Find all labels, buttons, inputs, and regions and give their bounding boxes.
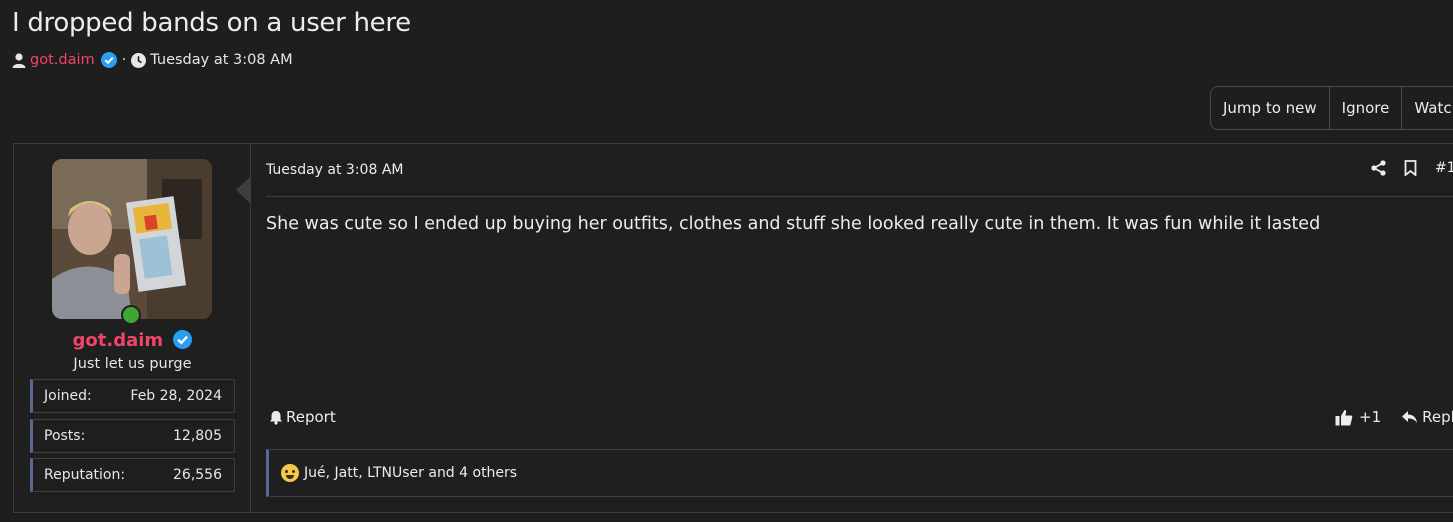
thread-title: I dropped bands on a user here (12, 8, 411, 38)
stat-value: Feb 28, 2024 (130, 388, 222, 404)
thread-author-link[interactable]: got.daim (30, 52, 95, 68)
post-arrow (236, 176, 251, 204)
verified-badge-icon (100, 52, 117, 68)
stat-posts: Posts: 12,805 (30, 419, 235, 453)
thread-meta: got.daim · Tuesday at 3:08 AM (12, 52, 293, 68)
like-button[interactable]: +1 (1335, 408, 1381, 426)
stat-label: Joined: (44, 388, 92, 404)
ignore-button[interactable]: Ignore (1330, 87, 1403, 129)
stat-value: 12,805 (173, 428, 222, 444)
online-status-indicator (121, 305, 141, 325)
meta-separator: · (121, 52, 127, 68)
post-divider (266, 196, 1453, 197)
post-number[interactable]: #1 (1435, 160, 1453, 176)
post-user-panel: got.daim Just let us purge Joined: Feb 2… (14, 144, 251, 512)
thread-date[interactable]: Tuesday at 3:08 AM (150, 52, 292, 68)
stat-label: Posts: (44, 428, 86, 444)
share-icon[interactable] (1371, 160, 1386, 176)
report-button[interactable]: Report (269, 408, 336, 426)
post-date[interactable]: Tuesday at 3:08 AM (266, 162, 403, 178)
reply-button[interactable]: Reply (1401, 408, 1453, 426)
user-icon (12, 52, 26, 68)
jump-to-new-button[interactable]: Jump to new (1211, 87, 1330, 129)
stat-joined: Joined: Feb 28, 2024 (30, 379, 235, 413)
thread-actions: Jump to new Ignore Watch (1210, 86, 1453, 130)
stat-label: Reputation: (44, 467, 126, 483)
clock-icon (131, 52, 147, 68)
report-label: Report (286, 408, 336, 426)
thumbs-up-icon (1335, 409, 1353, 426)
reactions-text[interactable]: Jué, Jatt, LTNUser and 4 others (304, 465, 517, 481)
stat-value: 26,556 (173, 467, 222, 483)
watch-button[interactable]: Watch (1402, 87, 1453, 129)
bookmark-icon[interactable] (1404, 160, 1417, 176)
reply-label: Reply (1422, 408, 1453, 426)
page: I dropped bands on a user here got.daim … (0, 0, 1453, 522)
verified-badge-icon (173, 330, 193, 349)
post: got.daim Just let us purge Joined: Feb 2… (13, 143, 1453, 513)
crying-laughing-emoji-icon (281, 464, 299, 482)
post-main: Tuesday at 3:08 AM #1 She was cute so I … (251, 144, 1453, 512)
reactions-bar[interactable]: Jué, Jatt, LTNUser and 4 others (266, 449, 1453, 497)
post-body: She was cute so I ended up buying her ou… (266, 214, 1321, 234)
reply-icon (1401, 410, 1418, 424)
bell-icon (269, 410, 283, 425)
like-count: +1 (1359, 408, 1382, 426)
stat-reputation: Reputation: 26,556 (30, 458, 235, 492)
post-tools: #1 (1371, 160, 1453, 176)
username[interactable]: got.daim (73, 330, 164, 351)
user-title: Just let us purge (73, 356, 192, 372)
username-row: got.daim (14, 330, 251, 351)
post-actions: +1 Reply (1335, 408, 1453, 426)
avatar[interactable] (52, 159, 212, 319)
